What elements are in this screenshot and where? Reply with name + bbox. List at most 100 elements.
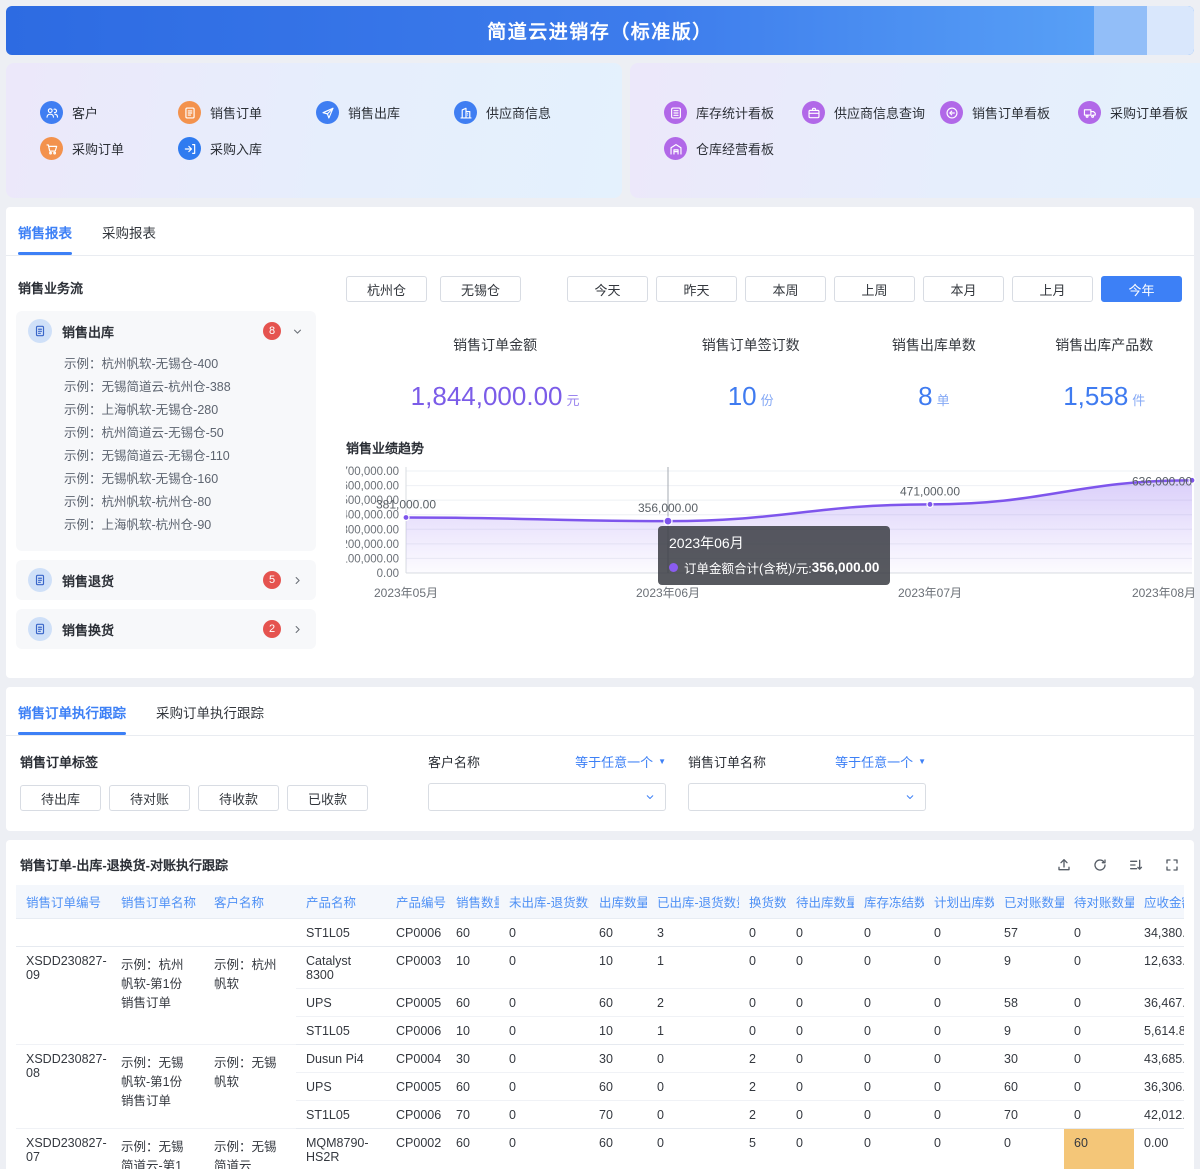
filter-bar: 杭州仓无锡仓 今天昨天本周上周本月上月今年	[346, 276, 1198, 302]
flow-item[interactable]: 示例：上海帆软-杭州仓-90	[64, 514, 306, 537]
cell: 0	[854, 1045, 924, 1073]
tab-销售报表[interactable]: 销售报表	[18, 207, 72, 255]
tag-button-已收款[interactable]: 已收款	[287, 785, 368, 811]
date-button-上周[interactable]: 上周	[834, 276, 915, 302]
flow-card-header-销售换货[interactable]: 销售换货2	[16, 609, 316, 649]
order-name-cell: 示例：无锡帆软-第1份销售订单	[111, 1045, 204, 1129]
cell: 0	[1064, 919, 1134, 947]
flow-item[interactable]: 示例：杭州简道云-无锡仓-50	[64, 422, 306, 445]
tab-采购报表[interactable]: 采购报表	[102, 207, 156, 255]
exchange-doc-icon	[28, 617, 52, 641]
quick-link-采购订单[interactable]: 采购订单	[40, 137, 178, 160]
export-icon[interactable]	[1056, 857, 1072, 873]
tab-采购订单执行跟踪[interactable]: 采购订单执行跟踪	[156, 687, 264, 735]
quick-link-采购入库[interactable]: 采购入库	[178, 137, 316, 160]
quick-link-仓库经营看板[interactable]: 仓库经营看板	[664, 137, 802, 160]
date-button-昨天[interactable]: 昨天	[656, 276, 737, 302]
quick-link-label: 销售出库	[348, 103, 400, 122]
order-name-cell: 示例：杭州帆软-第1份销售订单	[111, 947, 204, 1045]
column-header: 产品编号	[386, 885, 446, 919]
cell: 0	[854, 1017, 924, 1045]
flow-card-header-销售退货[interactable]: 销售退货5	[16, 560, 316, 600]
refresh-icon[interactable]	[1092, 857, 1108, 873]
warehouse-button-无锡仓[interactable]: 无锡仓	[440, 276, 521, 302]
customer-cell: 示例：无锡帆软	[204, 1045, 296, 1129]
order-name-filter-group: 销售订单名称 等于任意一个▼	[688, 752, 926, 811]
order-name-operator[interactable]: 等于任意一个▼	[835, 752, 926, 771]
date-button-上月[interactable]: 上月	[1012, 276, 1093, 302]
quick-link-label: 采购订单	[72, 139, 124, 158]
date-button-今天[interactable]: 今天	[567, 276, 648, 302]
flow-card-label: 销售换货	[62, 620, 253, 639]
table-scroll-area[interactable]: 销售订单编号销售订单名称客户名称产品名称产品编号销售数量未出库-退货数量出库数量…	[16, 885, 1184, 1169]
tracking-table-section: 销售订单-出库-退换货-对账执行跟踪 销售订单编号销售订单名称客户名称产品名称产…	[6, 840, 1194, 1169]
flow-item[interactable]: 示例：无锡简道云-杭州仓-388	[64, 376, 306, 399]
cell: 0	[499, 1073, 589, 1101]
quick-link-供应商信息[interactable]: 供应商信息	[454, 101, 592, 124]
flow-item[interactable]: 示例：无锡简道云-无锡仓-110	[64, 445, 306, 468]
cell: 0.00	[1134, 1129, 1184, 1169]
cell: ST1L05	[296, 919, 386, 947]
flow-item[interactable]: 示例：杭州帆软-杭州仓-80	[64, 491, 306, 514]
customer-operator[interactable]: 等于任意一个▼	[575, 752, 666, 771]
date-button-本月[interactable]: 本月	[923, 276, 1004, 302]
quick-link-库存统计看板[interactable]: 库存统计看板	[664, 101, 802, 124]
cell: 0	[1064, 989, 1134, 1017]
tab-销售订单执行跟踪[interactable]: 销售订单执行跟踪	[18, 687, 126, 735]
quick-link-采购订单看板[interactable]: 采购订单看板	[1078, 101, 1200, 124]
svg-text:2023年05月: 2023年05月	[374, 586, 438, 600]
cell: 60	[446, 1129, 499, 1169]
flow-item[interactable]: 示例：上海帆软-无锡仓-280	[64, 399, 306, 422]
quick-link-客户[interactable]: 客户	[40, 101, 178, 124]
cell: 9	[994, 1017, 1064, 1045]
order-no-cell: XSDD230827-09	[16, 947, 111, 1045]
chevron-right-icon	[291, 574, 304, 587]
cell: 10	[589, 1017, 647, 1045]
send-icon	[316, 101, 339, 124]
stat-销售订单金额: 销售订单金额1,844,000.00元	[346, 335, 644, 412]
cell: 60	[589, 1073, 647, 1101]
date-button-本周[interactable]: 本周	[745, 276, 826, 302]
quick-link-row: 客户销售订单 销售出库 供应商信息采购订单 采购入库 库存统计看板供应商信息查询销售订…	[6, 63, 1194, 198]
cell: 0	[499, 1101, 589, 1129]
column-header: 库存冻结数量	[854, 885, 924, 919]
sales-report-body: 销售业务流 销售出库8示例：杭州帆软-无锡仓-400示例：无锡简道云-杭州仓-3…	[6, 256, 1194, 678]
date-button-今年[interactable]: 今年	[1101, 276, 1182, 302]
cell: 0	[924, 989, 994, 1017]
quick-link-销售订单[interactable]: 销售订单	[178, 101, 316, 124]
tag-button-待收款[interactable]: 待收款	[198, 785, 279, 811]
cell: 0	[739, 1017, 786, 1045]
cell: 0	[739, 919, 786, 947]
cell: 0	[786, 1101, 854, 1129]
warehouse-button-杭州仓[interactable]: 杭州仓	[346, 276, 427, 302]
sales-report-section: 销售报表采购报表 销售业务流 销售出库8示例：杭州帆软-无锡仓-400示例：无锡…	[6, 207, 1194, 678]
quick-link-供应商信息查询[interactable]: 供应商信息查询	[802, 101, 940, 124]
tag-filter-label: 销售订单标签	[20, 752, 368, 771]
table-toolbar	[1056, 857, 1180, 873]
cell: 60	[446, 1073, 499, 1101]
cell: 60	[589, 1129, 647, 1169]
tag-button-待对账[interactable]: 待对账	[109, 785, 190, 811]
cell: 0	[854, 1073, 924, 1101]
quick-links-left-panel: 客户销售订单 销售出库 供应商信息采购订单 采购入库	[6, 63, 622, 198]
order-name-select[interactable]	[688, 783, 926, 811]
quick-link-销售出库[interactable]: 销售出库	[316, 101, 454, 124]
cell: 12,633.30	[1134, 947, 1184, 989]
stats-list-icon	[664, 101, 687, 124]
quick-link-销售订单看板[interactable]: 销售订单看板	[940, 101, 1078, 124]
cell: 0	[854, 947, 924, 989]
field-config-icon[interactable]	[1128, 857, 1144, 873]
flow-card-header-销售出库[interactable]: 销售出库8	[16, 311, 316, 351]
flow-item[interactable]: 示例：杭州帆软-无锡仓-400	[64, 353, 306, 376]
sales-flow-cards: 销售出库8示例：杭州帆软-无锡仓-400示例：无锡简道云-杭州仓-388示例：上…	[16, 311, 316, 649]
column-header: 产品名称	[296, 885, 386, 919]
cell: 43,685.10	[1134, 1045, 1184, 1073]
fullscreen-icon[interactable]	[1164, 857, 1180, 873]
tag-button-待出库[interactable]: 待出库	[20, 785, 101, 811]
svg-text:381,000.00: 381,000.00	[376, 497, 436, 511]
flow-item[interactable]: 示例：无锡帆软-无锡仓-160	[64, 468, 306, 491]
customer-select[interactable]	[428, 783, 666, 811]
column-header: 已出库-退货数量	[647, 885, 739, 919]
cell: Dusun Pi4	[296, 1045, 386, 1073]
cell: CP0006	[386, 1101, 446, 1129]
